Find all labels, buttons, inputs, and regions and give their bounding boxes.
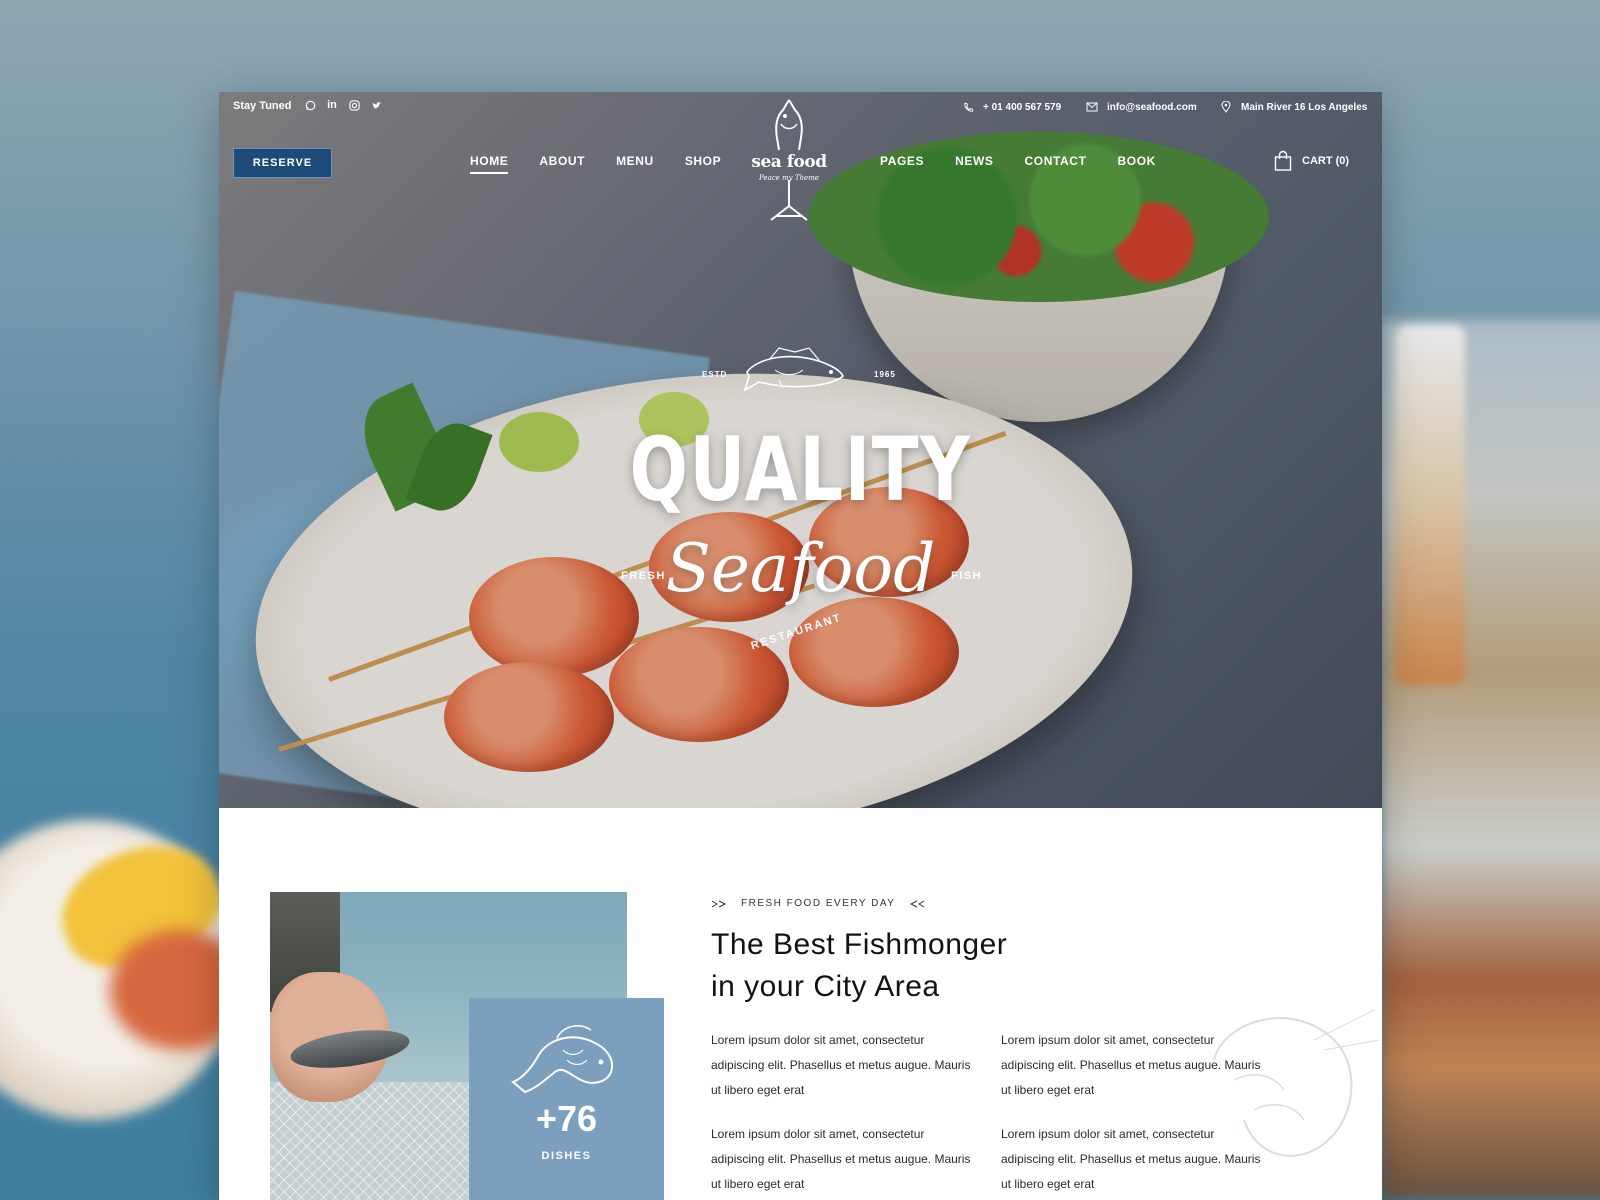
nav-item-book[interactable]: BOOK: [1118, 154, 1156, 168]
fish-tail-icon: [711, 900, 727, 907]
nav-item-about[interactable]: ABOUT: [539, 154, 585, 168]
website-mockup: Stay Tuned in + 01 400 567 579 info@seaf…: [219, 92, 1382, 1200]
contact-email[interactable]: info@seafood.com: [1085, 100, 1197, 114]
contact-phone[interactable]: + 01 400 567 579: [961, 100, 1061, 114]
twitter-icon[interactable]: [369, 98, 383, 112]
nav-item-home[interactable]: HOME: [470, 154, 509, 174]
site-logo[interactable]: sea food Peace my Theme: [739, 96, 839, 221]
social-links: in: [303, 98, 383, 112]
section-heading: The Best Fishmonger in your City Area: [711, 924, 1131, 1008]
about-paragraph: Lorem ipsum dolor sit amet, consectetur …: [711, 1127, 971, 1191]
fish-emblem-icon: [743, 347, 844, 392]
carp-icon: [511, 1025, 613, 1094]
instagram-icon[interactable]: [347, 98, 361, 112]
contact-address[interactable]: Main River 16 Los Angeles: [1219, 100, 1367, 114]
cart-label: CART (0): [1302, 155, 1350, 167]
cart-button[interactable]: CART (0): [1274, 150, 1349, 172]
nav-item-menu[interactable]: MENU: [616, 154, 654, 168]
fish-tail-icon: [910, 900, 925, 907]
phone-icon: [961, 100, 975, 114]
estd-label: ESTD: [702, 370, 728, 379]
location-pin-icon: [1219, 100, 1233, 114]
whatsapp-icon[interactable]: [303, 98, 317, 112]
about-paragraph: Lorem ipsum dolor sit amet, consectetur …: [1001, 1127, 1261, 1191]
about-paragraph: Lorem ipsum dolor sit amet, consectetur …: [1001, 1033, 1261, 1097]
year-label: 1965: [874, 370, 896, 379]
linkedin-icon[interactable]: in: [325, 98, 339, 112]
shopping-bag-icon: [1274, 150, 1292, 171]
dishes-label: DISHES: [541, 1150, 592, 1162]
hero-section: Stay Tuned in + 01 400 567 579 info@seaf…: [219, 92, 1382, 808]
email-address: info@seafood.com: [1107, 101, 1197, 113]
nav-item-shop[interactable]: SHOP: [685, 154, 721, 168]
hero-fresh-label: FRESH: [621, 570, 666, 582]
nav-left: HOME ABOUT MENU SHOP: [470, 154, 721, 174]
reserve-button[interactable]: RESERVE: [233, 148, 332, 178]
heading-line-1: The Best Fishmonger: [711, 928, 1008, 961]
heading-line-2: in your City Area: [711, 970, 940, 1003]
nav-right: PAGES NEWS CONTACT BOOK: [880, 154, 1156, 168]
about-paragraph: Lorem ipsum dolor sit amet, consectetur …: [711, 1033, 971, 1097]
nav-item-news[interactable]: NEWS: [955, 154, 993, 168]
address-text: Main River 16 Los Angeles: [1241, 101, 1368, 113]
logo-text: sea food: [751, 152, 827, 172]
kicker-text: FRESH FOOD EVERY DAY: [741, 898, 896, 909]
nav-item-pages[interactable]: PAGES: [880, 154, 924, 168]
stay-tuned-label: Stay Tuned: [233, 100, 292, 112]
section-kicker: FRESH FOOD EVERY DAY: [711, 898, 925, 909]
nav-item-contact[interactable]: CONTACT: [1025, 154, 1087, 168]
hero-fish-label: FISH: [951, 570, 983, 582]
phone-number: + 01 400 567 579: [983, 101, 1062, 113]
dishes-count: +76: [535, 1098, 598, 1139]
hero-headline: QUALITY: [629, 418, 972, 521]
logo-tagline: Peace my Theme: [759, 174, 819, 182]
background-jar: [1395, 325, 1465, 685]
mail-icon: [1085, 100, 1099, 114]
dishes-badge: +76 DISHES: [469, 998, 664, 1200]
hero-script-title: Seafood: [665, 530, 936, 607]
